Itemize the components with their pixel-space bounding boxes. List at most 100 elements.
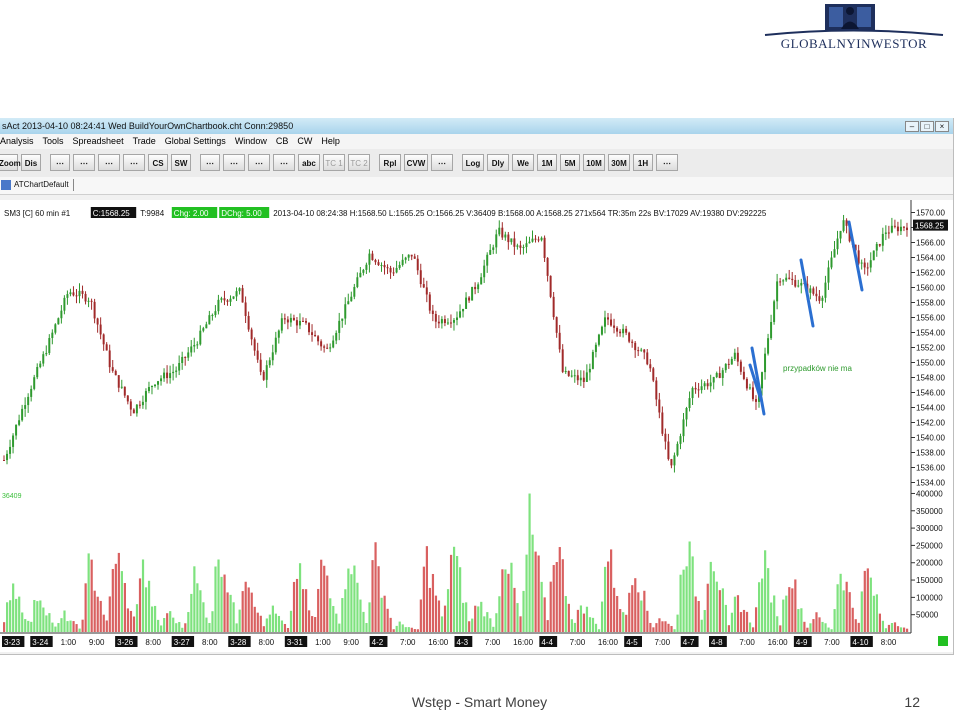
- volume-bar: [96, 596, 99, 632]
- candle-body: [625, 328, 628, 333]
- candle-body: [326, 347, 329, 349]
- volume-bar: [745, 611, 749, 632]
- volume-bar: [320, 559, 323, 632]
- volume-bar: [238, 609, 241, 632]
- volume-bar: [317, 588, 320, 632]
- price-tick-label: 1540.00: [916, 434, 945, 443]
- candle-body: [531, 238, 534, 242]
- candle-body: [93, 301, 96, 319]
- volume-bar: [815, 612, 818, 632]
- volume-bar: [262, 626, 265, 632]
- candle-body: [896, 226, 899, 232]
- volume-bar: [860, 591, 863, 632]
- candle-body: [208, 315, 211, 325]
- candle-body: [884, 232, 887, 234]
- volume-bar: [736, 595, 740, 632]
- volume-bar: [365, 623, 368, 632]
- candle-body: [377, 262, 380, 266]
- volume-bar: [516, 603, 519, 632]
- volume-bar: [673, 629, 676, 632]
- candle-body: [286, 319, 289, 323]
- candle-body: [875, 244, 878, 251]
- volume-bar: [824, 623, 827, 632]
- time-axis-label: 4-3: [457, 638, 469, 647]
- volume-bar: [655, 623, 658, 632]
- candle-body: [138, 404, 141, 406]
- volume-bar: [9, 600, 12, 632]
- candle-body: [588, 368, 591, 373]
- candle-body: [818, 296, 821, 301]
- volume-bar: [486, 612, 489, 632]
- candle-body: [528, 241, 531, 244]
- volume-bar: [114, 563, 117, 632]
- candle-body: [214, 311, 217, 316]
- candle-body: [610, 319, 613, 326]
- volume-bar: [383, 595, 386, 632]
- candle-body: [872, 250, 875, 261]
- volume-bar: [419, 599, 422, 632]
- volume-bar: [144, 587, 148, 632]
- candle-body: [283, 318, 286, 320]
- volume-bar: [422, 566, 425, 632]
- volume-bar: [827, 627, 830, 632]
- chart-annotation: przypadków nie ma: [783, 364, 852, 373]
- candle-body: [585, 372, 588, 382]
- price-tick-label: 1544.00: [916, 404, 945, 413]
- volume-bar: [718, 590, 721, 632]
- candle-body: [193, 345, 196, 347]
- candle-body: [9, 446, 12, 454]
- volume-bar: [226, 592, 229, 632]
- candle-body: [72, 292, 75, 296]
- volume-bar: [332, 606, 335, 632]
- candle-body: [12, 435, 15, 447]
- candle-body: [187, 352, 190, 358]
- volume-bar: [141, 559, 145, 632]
- volume-bar: [558, 547, 561, 632]
- volume-bar: [525, 554, 528, 632]
- daily-change-badge: DChg: 5.00: [221, 209, 262, 218]
- volume-bar: [443, 605, 447, 632]
- candle-body: [335, 332, 338, 341]
- candle-body: [320, 341, 323, 347]
- volume-bar: [24, 619, 27, 632]
- candle-body: [229, 298, 232, 302]
- volume-bar: [341, 598, 344, 632]
- volume-bar: [147, 580, 151, 632]
- volume-bar: [410, 627, 413, 632]
- candle-body: [754, 399, 757, 402]
- volume-bar: [546, 620, 549, 632]
- candle-body: [48, 338, 51, 354]
- price-tick-label: 1558.00: [916, 299, 945, 308]
- candle-body: [262, 371, 265, 380]
- time-axis-label: 3-28: [230, 638, 247, 647]
- volume-bar: [495, 613, 498, 632]
- volume-bar: [205, 617, 208, 632]
- volume-bar: [905, 628, 909, 632]
- candle-body: [890, 225, 893, 233]
- volume-tick-label: 400000: [916, 489, 943, 498]
- candle-body: [607, 317, 609, 320]
- candle-body: [259, 359, 262, 372]
- candle-body: [685, 407, 688, 420]
- candle-body: [495, 234, 498, 248]
- candle-body: [468, 297, 471, 301]
- candle-body: [462, 308, 465, 312]
- candle-body: [226, 300, 229, 302]
- price-tick-label: 1536.00: [916, 464, 945, 473]
- volume-bar: [625, 614, 628, 632]
- volume-bar: [803, 621, 806, 632]
- price-tick-label: 1564.00: [916, 254, 945, 263]
- candle-body: [471, 286, 474, 301]
- volume-bar: [724, 604, 727, 632]
- volume-bar: [884, 628, 888, 632]
- candle-body: [102, 334, 105, 345]
- candle-body: [570, 375, 573, 377]
- candle-body: [157, 381, 160, 385]
- candle-body: [788, 277, 791, 279]
- close-price-badge: C:1568.25: [93, 209, 130, 218]
- candle-body: [6, 453, 9, 461]
- candle-body: [751, 387, 754, 400]
- volume-bar: [30, 621, 33, 632]
- volume-bar: [178, 622, 181, 632]
- candle-body: [21, 408, 24, 421]
